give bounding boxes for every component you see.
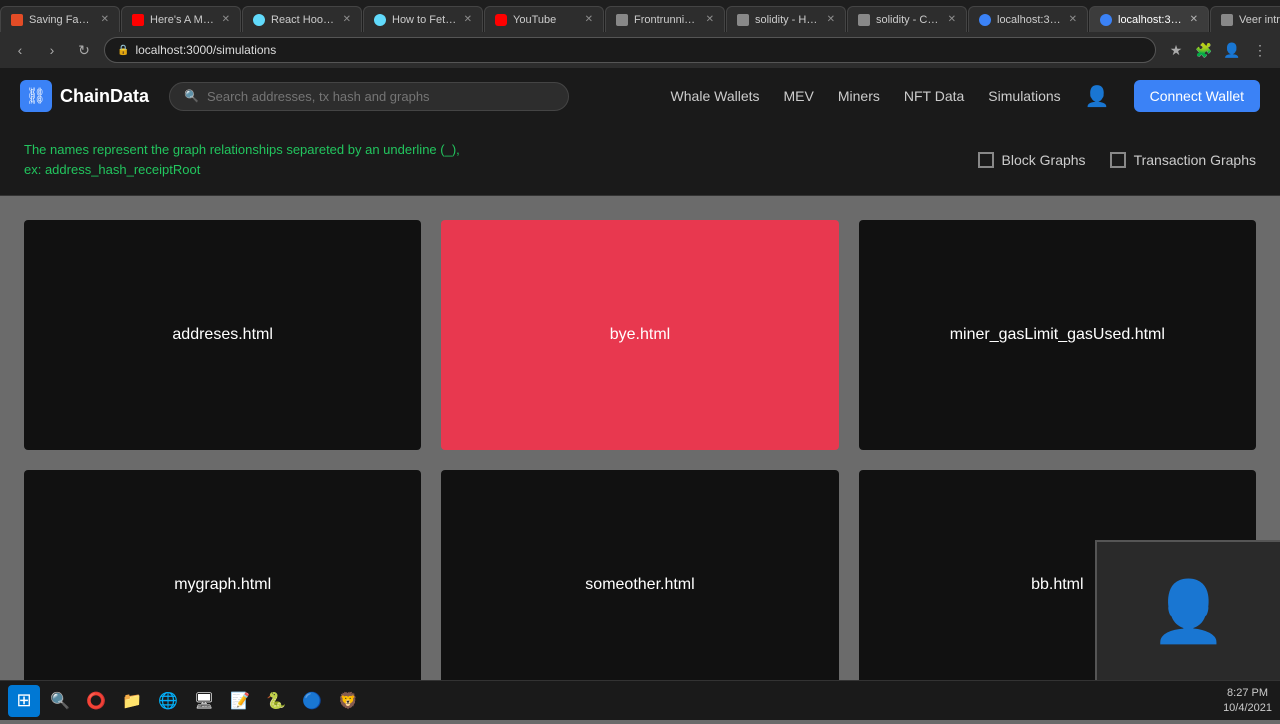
taskbar: ⊞ 🔍 ⭕ 📁 🌐 🖥 📝 🐍 🔵 🦁 8:27 PM 10/4/2021 [0, 680, 1280, 720]
taskbar-edge[interactable]: 🌐 [152, 685, 184, 717]
info-text: The names represent the graph relationsh… [24, 140, 460, 179]
tab-close[interactable]: ✕ [585, 14, 593, 25]
tab-local1[interactable]: localhost:300... ✕ [968, 6, 1088, 32]
taskbar-cortana[interactable]: ⭕ [80, 685, 112, 717]
tab-close[interactable]: ✕ [706, 14, 714, 25]
webcam-overlay: 👤 [1095, 540, 1280, 680]
taskbar-vscode[interactable]: 📝 [224, 685, 256, 717]
taskbar-python[interactable]: 🐍 [260, 685, 292, 717]
tab-heres[interactable]: Here's A Mo... ✕ [121, 6, 241, 32]
logo-area: ⛓ ChainData [20, 80, 149, 112]
nav-simulations[interactable]: Simulations [988, 88, 1060, 104]
taskbar-code[interactable]: 🖥 [188, 685, 220, 717]
taskbar-right: 8:27 PM 10/4/2021 [1223, 686, 1272, 715]
tab-sol2[interactable]: solidity - Ca... ✕ [847, 6, 967, 32]
tab-close[interactable]: ✕ [343, 14, 351, 25]
tab-close[interactable]: ✕ [1190, 14, 1198, 25]
address-text: localhost:3000/simulations [135, 43, 276, 57]
info-line2: ex: address_hash_receiptRoot [24, 160, 460, 180]
tab-front[interactable]: Frontrunning... ✕ [605, 6, 725, 32]
start-button[interactable]: ⊞ [8, 685, 40, 717]
card-someother[interactable]: someother.html [441, 470, 838, 700]
transaction-graphs-checkbox[interactable]: Transaction Graphs [1110, 152, 1256, 168]
nav-whale-wallets[interactable]: Whale Wallets [671, 88, 760, 104]
logo-icon: ⛓ [20, 80, 52, 112]
nav-links: Whale Wallets MEV Miners NFT Data Simula… [671, 80, 1260, 112]
address-bar[interactable]: 🔒 localhost:3000/simulations [104, 37, 1156, 63]
browser-toolbar: ‹ › ↻ 🔒 localhost:3000/simulations ★ 🧩 👤… [0, 32, 1280, 68]
tab-close[interactable]: ✕ [222, 14, 230, 25]
webcam-placeholder: 👤 [1097, 542, 1280, 680]
card-bb-label: bb.html [1031, 576, 1083, 594]
tab-close[interactable]: ✕ [1069, 14, 1077, 25]
tab-local2-active[interactable]: localhost:300... ✕ [1089, 6, 1209, 32]
taskbar-files[interactable]: 📁 [116, 685, 148, 717]
tab-close[interactable]: ✕ [101, 14, 109, 25]
nav-mev[interactable]: MEV [784, 88, 814, 104]
tab-close[interactable]: ✕ [948, 14, 956, 25]
card-addreses-label: addreses.html [172, 326, 273, 344]
tab-fetch[interactable]: How to Fetch... ✕ [363, 6, 483, 32]
tab-close[interactable]: ✕ [827, 14, 835, 25]
browser-chrome: Saving Fand... ✕ Here's A Mo... ✕ React … [0, 0, 1280, 68]
block-graphs-label: Block Graphs [1002, 152, 1086, 168]
tab-sol1[interactable]: solidity - Ho... ✕ [726, 6, 846, 32]
checkboxes-container: Block Graphs Transaction Graphs [978, 152, 1256, 168]
tab-veer[interactable]: Veer introduc... ✕ [1210, 6, 1280, 32]
block-graphs-checkbox[interactable]: Block Graphs [978, 152, 1086, 168]
bookmark-button[interactable]: ★ [1164, 38, 1188, 62]
card-mygraph-label: mygraph.html [174, 576, 271, 594]
taskbar-search[interactable]: 🔍 [44, 685, 76, 717]
user-icon[interactable]: 👤 [1085, 84, 1110, 109]
info-line1: The names represent the graph relationsh… [24, 140, 460, 160]
menu-button[interactable]: ⋮ [1248, 38, 1272, 62]
profile-button[interactable]: 👤 [1220, 38, 1244, 62]
cards-grid: addreses.html bye.html miner_gasLimit_ga… [0, 196, 1280, 724]
card-miner-label: miner_gasLimit_gasUsed.html [950, 326, 1165, 344]
nav-nft-data[interactable]: NFT Data [904, 88, 964, 104]
card-miner[interactable]: miner_gasLimit_gasUsed.html [859, 220, 1256, 450]
card-bye[interactable]: bye.html [441, 220, 838, 450]
search-icon: 🔍 [184, 89, 199, 103]
tab-react[interactable]: React Hooks... ✕ [242, 6, 362, 32]
search-input[interactable] [207, 89, 554, 104]
back-button[interactable]: ‹ [8, 38, 32, 62]
date-display: 10/4/2021 [1223, 701, 1272, 715]
navbar: ⛓ ChainData 🔍 Whale Wallets MEV Miners N… [0, 68, 1280, 124]
forward-button[interactable]: › [40, 38, 64, 62]
info-banner: The names represent the graph relationsh… [0, 124, 1280, 196]
app-container: ⛓ ChainData 🔍 Whale Wallets MEV Miners N… [0, 68, 1280, 724]
time-display: 8:27 PM [1227, 686, 1268, 700]
connect-wallet-button[interactable]: Connect Wallet [1134, 80, 1260, 112]
person-silhouette: 👤 [1151, 576, 1226, 647]
reload-button[interactable]: ↻ [72, 38, 96, 62]
tab-saving[interactable]: Saving Fand... ✕ [0, 6, 120, 32]
browser-actions: ★ 🧩 👤 ⋮ [1164, 38, 1272, 62]
block-graphs-checkbox-box[interactable] [978, 152, 994, 168]
transaction-graphs-label: Transaction Graphs [1134, 152, 1256, 168]
browser-tabs: Saving Fand... ✕ Here's A Mo... ✕ React … [0, 0, 1280, 32]
taskbar-time: 8:27 PM 10/4/2021 [1223, 686, 1272, 715]
taskbar-chrome[interactable]: 🔵 [296, 685, 328, 717]
card-someother-label: someother.html [585, 576, 694, 594]
lock-icon: 🔒 [117, 45, 129, 56]
card-addreses[interactable]: addreses.html [24, 220, 421, 450]
card-mygraph[interactable]: mygraph.html [24, 470, 421, 700]
taskbar-brave[interactable]: 🦁 [332, 685, 364, 717]
tab-youtube[interactable]: YouTube ✕ [484, 6, 604, 32]
search-bar[interactable]: 🔍 [169, 82, 569, 111]
logo-text: ChainData [60, 86, 149, 107]
transaction-graphs-checkbox-box[interactable] [1110, 152, 1126, 168]
nav-miners[interactable]: Miners [838, 88, 880, 104]
tab-close[interactable]: ✕ [464, 14, 472, 25]
extensions-button[interactable]: 🧩 [1192, 38, 1216, 62]
card-bye-label: bye.html [610, 326, 670, 344]
